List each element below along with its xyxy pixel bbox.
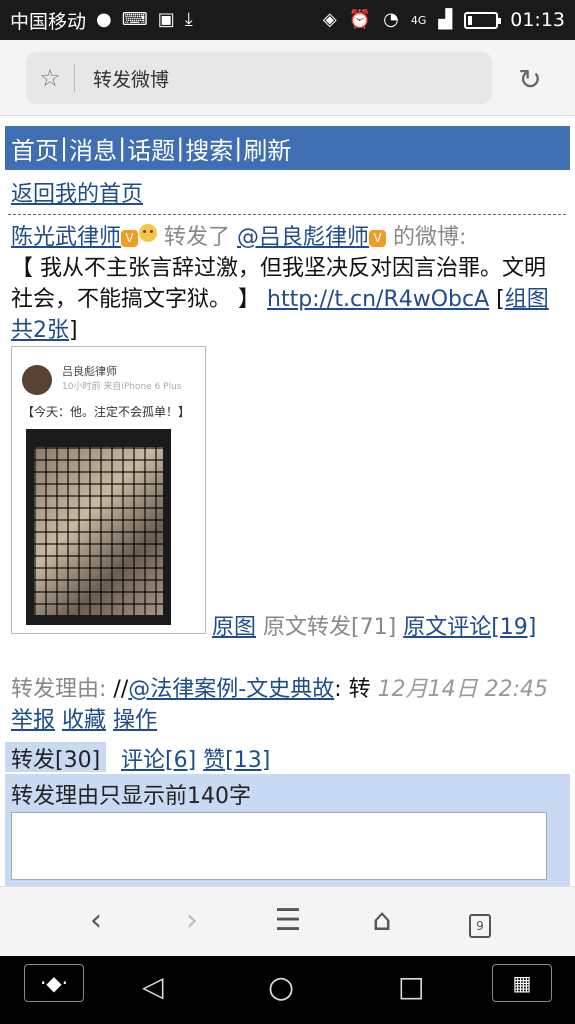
operate-link[interactable]: 操作	[113, 708, 157, 733]
bookmark-star-icon[interactable]: ☆	[26, 64, 74, 92]
thumbnail-quote: 【今天：他。注定不会孤单！】	[22, 405, 191, 419]
browser-toolbar: ☆ 转发微博 ↻	[0, 40, 575, 116]
back-icon[interactable]: ‹	[76, 901, 116, 941]
verified-badge-icon: V	[121, 230, 139, 247]
nav-home[interactable]: 首页	[11, 131, 59, 166]
menu-icon[interactable]: ☰	[268, 901, 308, 941]
keyboard-grid-icon[interactable]: ▦	[492, 964, 552, 1002]
reload-icon[interactable]: ↻	[512, 62, 548, 98]
nav-recents-icon[interactable]: □	[398, 970, 424, 1003]
browser-bottom-bar: ‹ › ☰ ⌂ 9	[0, 886, 575, 956]
nav-messages[interactable]: 消息	[69, 131, 117, 166]
keyboard-icon: ⌨	[121, 9, 148, 30]
nav-refresh[interactable]: 刷新	[243, 131, 291, 166]
repost-reason: 转发理由: //@法律案例-文史典故: 转 12月14日 22:45 举报 收藏…	[11, 677, 548, 733]
home-icon[interactable]: ⌂	[362, 901, 402, 941]
system-nav-bar: ·◆· ◁ ○ □ ▦	[0, 956, 575, 1024]
signal-icon: ▟	[438, 9, 453, 30]
status-bar: 中国移动 ● ⌨ ▣ ⤓ ◈ ⏰ ◔ 4G ▟ 01:13	[0, 0, 575, 40]
vibrate-icon: ◈	[322, 9, 337, 30]
emoji-icon	[139, 224, 158, 242]
original-image-link[interactable]: 原图	[212, 615, 256, 640]
nav-home-icon[interactable]: ○	[268, 970, 294, 1005]
image-icon: ▣	[157, 9, 175, 30]
tabs-icon[interactable]: 9	[460, 901, 500, 941]
clock: 01:13	[510, 9, 565, 31]
mention-link[interactable]: @吕良彪律师	[237, 225, 369, 250]
repost-hint: 转发理由只显示前140字	[11, 784, 251, 809]
post-date: 12月14日 22:45	[377, 677, 548, 702]
author-link[interactable]: 陈光武律师	[11, 225, 121, 250]
nav-topics[interactable]: 话题	[127, 131, 175, 166]
battery-icon	[464, 11, 502, 29]
download-icon: ⤓	[184, 9, 193, 30]
post-thumbnail[interactable]: 吕良彪律师 10小时前 来自iPhone 6 Plus 【今天：他。注定不会孤单…	[11, 346, 206, 634]
thumbnail-meta: 10小时前 来自iPhone 6 Plus	[62, 382, 182, 392]
tab-like[interactable]: 赞[13]	[203, 748, 270, 773]
post-body: 陈光武律师 V 转发了 @吕良彪律师 V 的微博: 【 我从不主张言辞过激，但我坚决…	[11, 224, 549, 343]
carrier-label: 中国移动	[10, 10, 87, 33]
thumbnail-name: 吕良彪律师	[62, 365, 117, 378]
top-nav: 首页 | 消息 | 话题 | 搜索 | 刷新	[5, 126, 570, 170]
forward-icon[interactable]: ›	[172, 901, 212, 941]
quick-settings-icon[interactable]: ·◆·	[24, 964, 84, 1002]
alarm-icon: ⏰	[348, 9, 372, 30]
reason-label: 转发理由:	[11, 677, 107, 702]
nav-search[interactable]: 搜索	[185, 131, 233, 166]
image-actions: 原图 原文转发[71] 原文评论[19]	[212, 612, 567, 643]
wifi-icon: ◔	[383, 9, 399, 30]
verified-badge-icon-2: V	[369, 230, 387, 247]
repost-action: 转发了	[164, 225, 231, 250]
nav-back-icon[interactable]: ◁	[142, 970, 164, 1003]
post-tabs: 转发[30] 评论[6] 赞[13]	[5, 742, 570, 773]
avatar	[22, 365, 52, 395]
thumbnail-photo	[26, 429, 171, 625]
page-title[interactable]: 转发微博	[93, 65, 169, 92]
reason-text: : 转	[334, 677, 371, 702]
divider	[8, 214, 566, 215]
original-comment-link[interactable]: 原文评论[19]	[403, 615, 536, 640]
back-home-link[interactable]: 返回我的首页	[11, 176, 143, 208]
tab-comment[interactable]: 评论[6]	[121, 748, 196, 773]
repost-reason-input[interactable]	[11, 812, 547, 880]
repost-form: 转发理由只显示前140字	[5, 774, 570, 886]
address-bar[interactable]: ☆ 转发微博	[26, 52, 492, 104]
favorite-link[interactable]: 收藏	[62, 708, 106, 733]
network-type: 4G	[410, 13, 427, 27]
short-url-link[interactable]: http://t.cn/R4wObcA	[267, 287, 489, 312]
tab-repost[interactable]: 转发[30]	[5, 742, 107, 773]
original-repost-count: 原文转发[71]	[263, 615, 397, 640]
reason-mention-link[interactable]: @法律案例-文史典故	[128, 677, 334, 702]
page-content: 首页 | 消息 | 话题 | 搜索 | 刷新 返回我的首页 陈光武律师 V 转发了 @吕良彪律师 V…	[0, 116, 575, 886]
app-notification-icon: ●	[96, 9, 112, 30]
report-link[interactable]: 举报	[11, 708, 55, 733]
post-suffix: 的微博:	[393, 225, 467, 250]
